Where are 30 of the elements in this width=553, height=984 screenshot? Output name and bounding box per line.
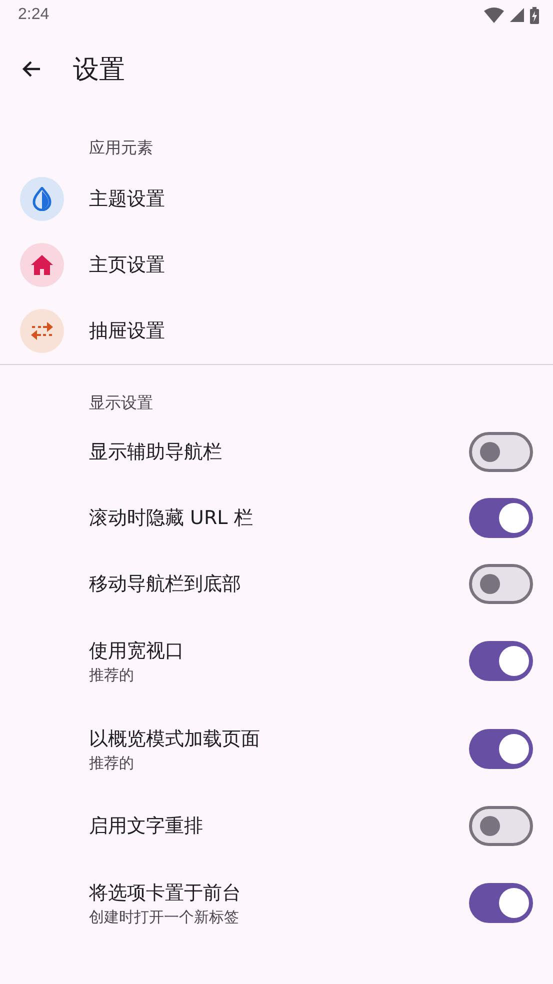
swap-arrows-icon <box>30 321 54 341</box>
toggle-switch[interactable] <box>469 564 533 604</box>
home-icon <box>30 254 54 276</box>
setting-summary: 创建时打开一个新标签 <box>89 908 240 926</box>
battery-icon <box>530 6 539 24</box>
drop-icon <box>32 187 52 211</box>
setting-label: 将选项卡置于前台 <box>89 880 241 906</box>
toggle-switch[interactable] <box>469 498 533 538</box>
setting-label: 移动导航栏到底部 <box>89 572 241 597</box>
toggle-switch[interactable] <box>469 729 533 769</box>
toggle-switch[interactable] <box>469 432 533 472</box>
setting-label: 滚动时隐藏 URL 栏 <box>89 506 253 531</box>
setting-summary: 推荐的 <box>89 754 135 772</box>
setting-label: 以概览模式加载页面 <box>89 726 260 752</box>
settings-item[interactable]: 主页设置 <box>89 252 165 278</box>
setting-label: 使用宽视口 <box>89 638 184 664</box>
toggle-switch[interactable] <box>469 806 533 846</box>
wifi-icon <box>484 7 504 23</box>
setting-summary: 推荐的 <box>89 666 135 684</box>
setting-label: 显示辅助导航栏 <box>89 440 222 465</box>
page-title: 设置 <box>73 54 125 86</box>
toggle-switch[interactable] <box>469 883 533 923</box>
section-title: 显示设置 <box>88 392 154 414</box>
settings-item[interactable]: 主题设置 <box>89 186 165 212</box>
section-title: 应用元素 <box>88 137 154 159</box>
settings-item[interactable]: 抽屉设置 <box>89 318 165 344</box>
setting-label: 启用文字重排 <box>89 814 203 839</box>
toggle-switch[interactable] <box>469 641 533 681</box>
status-time: 2:24 <box>18 6 50 24</box>
signal-icon <box>510 8 524 22</box>
